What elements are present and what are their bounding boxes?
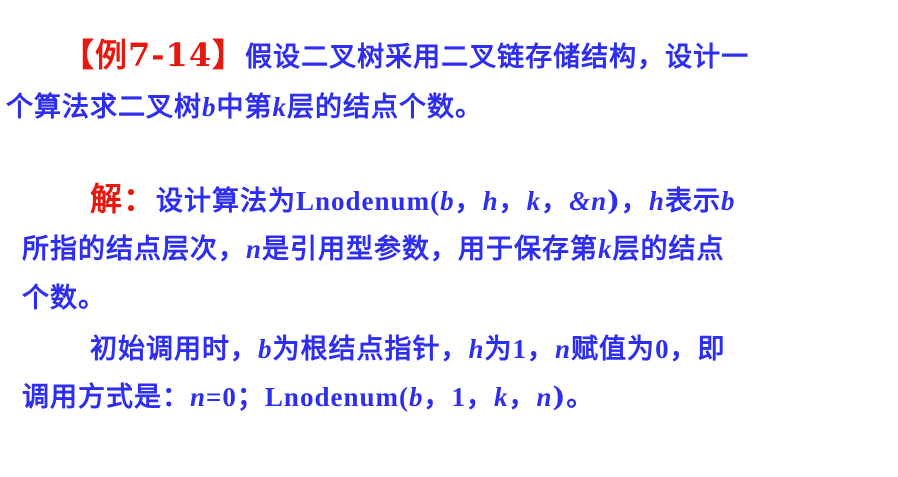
var-b-2: b [720,186,736,216]
solution-text-2b: 是引用型参数，用于保存第 [262,234,599,265]
example-text-2b: 中第 [216,92,273,123]
var-n-2: n [555,334,572,364]
arg-n: &n [569,186,608,216]
call-end: )。 [552,382,595,413]
call-sep-1: ， [423,382,452,413]
solution-text-2c: 层的结点 [612,234,725,265]
solution-text-1b: 表示 [664,186,721,217]
call-arg-1: 1 [451,382,466,412]
solution-text-3: 个数。 [22,283,106,314]
solution-label: 解： [90,180,157,218]
slide: { "example": { "label": "【例7-14】", "line… [0,0,898,477]
var-k-2: k [598,234,613,264]
sep-2: ， [498,186,527,217]
solution-line-1: 解：设计算法为Lnodenum(b，h，k，&n)，h表示b [90,182,735,219]
call-text-1c: 为 [484,334,513,365]
assign-zero: =0； [206,382,265,412]
var-k: k [272,92,287,122]
example-text-2c: 层的结点个数。 [287,92,483,123]
solution-line-3: 个数。 [22,282,106,316]
var-h-2: h [468,334,485,364]
call-arg-b: b [408,382,424,412]
call-arg-n: n [536,382,553,412]
var-b: b [202,92,217,122]
sep-1: ， [454,186,483,217]
call-text-1b: 为根结点指针， [272,334,469,365]
var-n: n [246,234,263,264]
call-text-2a: 调用方式是： [22,382,190,413]
value-one: 1 [512,334,528,364]
example-text-1: 假设二叉树采用二叉链存储结构，设计一 [245,42,750,73]
call-sep-3: ， [508,382,537,413]
var-h: h [648,186,665,216]
call-text-1f: ，即 [669,334,726,365]
call-text-1d: ， [527,334,556,365]
example-line-1: 【例7-14】假设二叉树采用二叉链存储结构，设计一 [62,38,749,75]
arg-h: h [482,186,499,216]
func-name-2: Lnodenum( [264,382,409,412]
var-n-3: n [190,382,207,412]
call-arg-k: k [493,382,509,412]
func-close: )， [607,186,649,217]
arg-b: b [440,186,455,216]
call-line-1: 初始调用时，b为根结点指针，h为1，n赋值为0，即 [90,332,726,367]
example-label: 【例7-14】 [62,36,246,74]
value-zero: 0 [655,334,670,364]
call-sep-2: ， [465,382,494,413]
call-line-2: 调用方式是：n=0；Lnodenum(b，1，k，n)。 [22,380,594,415]
sep-3: ， [541,186,570,217]
solution-line-2: 所指的结点层次，n是引用型参数，用于保存第k层的结点 [22,232,725,267]
solution-text-1a: 设计算法为 [156,186,297,217]
example-text-2a: 个算法求二叉树 [6,92,202,123]
call-text-1a: 初始调用时， [90,334,258,365]
solution-text-2a: 所指的结点层次， [22,234,246,265]
example-line-2: 个算法求二叉树b中第k层的结点个数。 [6,90,483,125]
var-b-3: b [258,334,273,364]
arg-k: k [526,186,542,216]
func-name: Lnodenum( [296,186,441,216]
call-text-1e: 赋值为 [571,334,656,365]
